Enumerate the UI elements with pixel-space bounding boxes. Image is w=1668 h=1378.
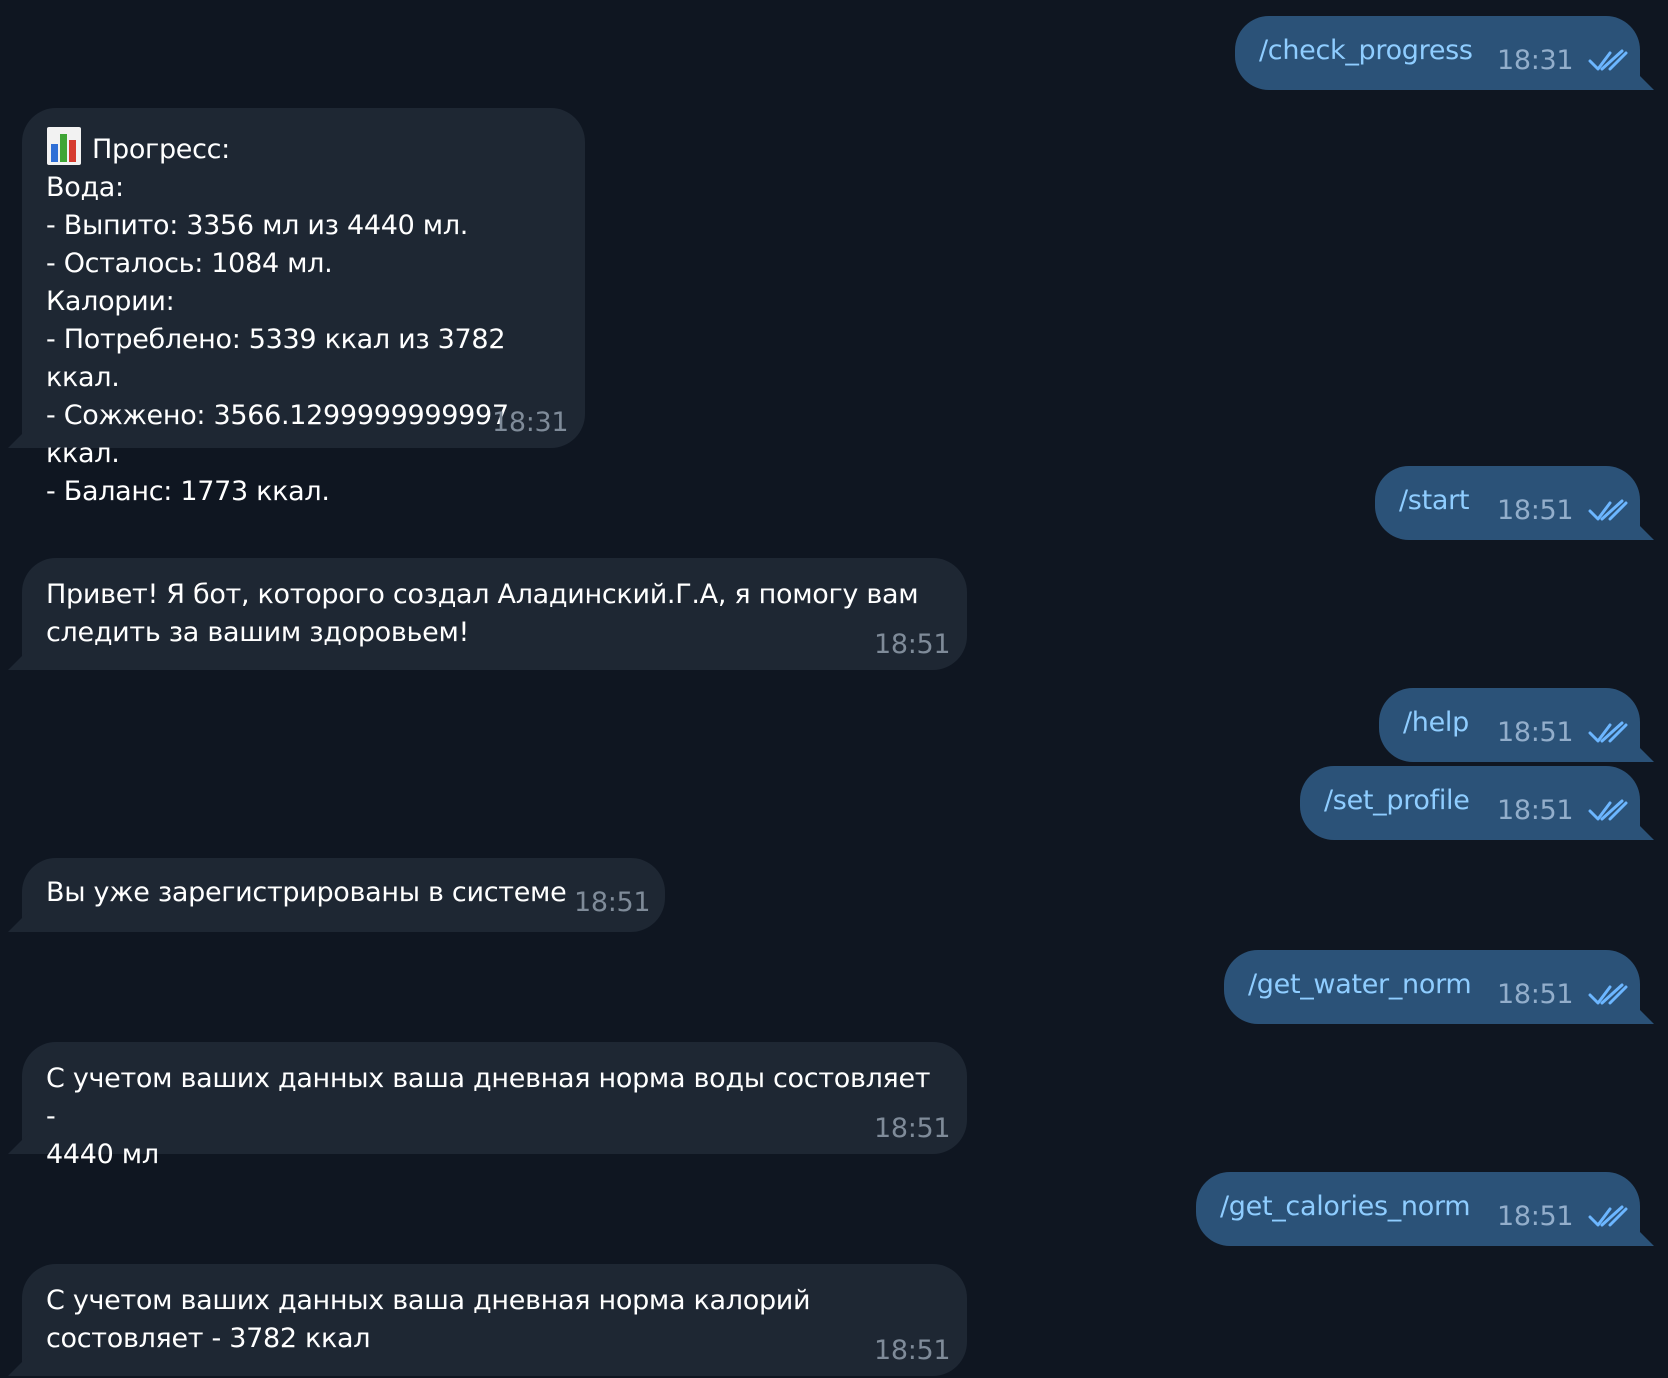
incoming-message[interactable]: Вы уже зарегистрированы в системе 18:51 bbox=[22, 858, 665, 932]
message-text: С учетом ваших данных ваша дневная норма… bbox=[46, 1285, 811, 1354]
message-time: 18:51 bbox=[1497, 979, 1574, 1010]
double-check-icon bbox=[1588, 799, 1628, 821]
message-text: /get_water_norm bbox=[1248, 969, 1472, 1000]
incoming-message[interactable]: Прогресс: Вода: - Выпито: 3356 мл из 444… bbox=[22, 108, 585, 507]
message-body: Прогресс: Вода: - Выпито: 3356 мл из 444… bbox=[46, 134, 509, 507]
incoming-message[interactable]: С учетом ваших данных ваша дневная норма… bbox=[22, 1042, 967, 1170]
message-text: /get_calories_norm bbox=[1220, 1191, 1471, 1222]
message-time: 18:51 bbox=[874, 629, 951, 660]
outgoing-message[interactable]: /get_water_norm 18:51 bbox=[1224, 950, 1640, 1024]
message-text: Прогресс: Вода: - Выпито: 3356 мл из 444… bbox=[46, 126, 561, 511]
double-check-icon bbox=[1588, 721, 1628, 743]
outgoing-message[interactable]: /help 18:51 bbox=[1379, 688, 1640, 762]
message-text: /help bbox=[1403, 707, 1469, 738]
message-text: Привет! Я бот, которого создал Аладински… bbox=[46, 579, 919, 648]
bar-chart-icon bbox=[47, 127, 81, 165]
message-time: 18:51 bbox=[1497, 717, 1574, 748]
outgoing-message[interactable]: /start 18:51 bbox=[1375, 466, 1640, 540]
double-check-icon bbox=[1588, 1205, 1628, 1227]
outgoing-message[interactable]: /set_profile 18:51 bbox=[1300, 766, 1640, 840]
message-time: 18:51 bbox=[574, 887, 651, 918]
message-text: Вы уже зарегистрированы в системе bbox=[46, 877, 567, 908]
double-check-icon bbox=[1588, 499, 1628, 521]
message-time: 18:31 bbox=[1497, 45, 1574, 76]
message-time: 18:31 bbox=[492, 407, 569, 438]
message-time: 18:51 bbox=[874, 1113, 951, 1144]
incoming-message[interactable]: С учетом ваших данных ваша дневная норма… bbox=[22, 1264, 967, 1376]
message-text: С учетом ваших данных ваша дневная норма… bbox=[46, 1063, 931, 1170]
message-text: /set_profile bbox=[1324, 785, 1470, 816]
outgoing-message[interactable]: /check_progress 18:31 bbox=[1235, 16, 1640, 90]
double-check-icon bbox=[1588, 49, 1628, 71]
double-check-icon bbox=[1588, 983, 1628, 1005]
message-time: 18:51 bbox=[1497, 495, 1574, 526]
outgoing-message[interactable]: /get_calories_norm 18:51 bbox=[1196, 1172, 1640, 1246]
message-time: 18:51 bbox=[1497, 1201, 1574, 1232]
message-text: /start bbox=[1399, 485, 1470, 516]
incoming-message[interactable]: Привет! Я бот, которого создал Аладински… bbox=[22, 558, 967, 670]
message-text: /check_progress bbox=[1259, 35, 1473, 66]
message-time: 18:51 bbox=[874, 1335, 951, 1366]
chat-history: /check_progress 18:31 Прогресс: Вода: - … bbox=[0, 0, 1668, 1378]
message-time: 18:51 bbox=[1497, 795, 1574, 826]
